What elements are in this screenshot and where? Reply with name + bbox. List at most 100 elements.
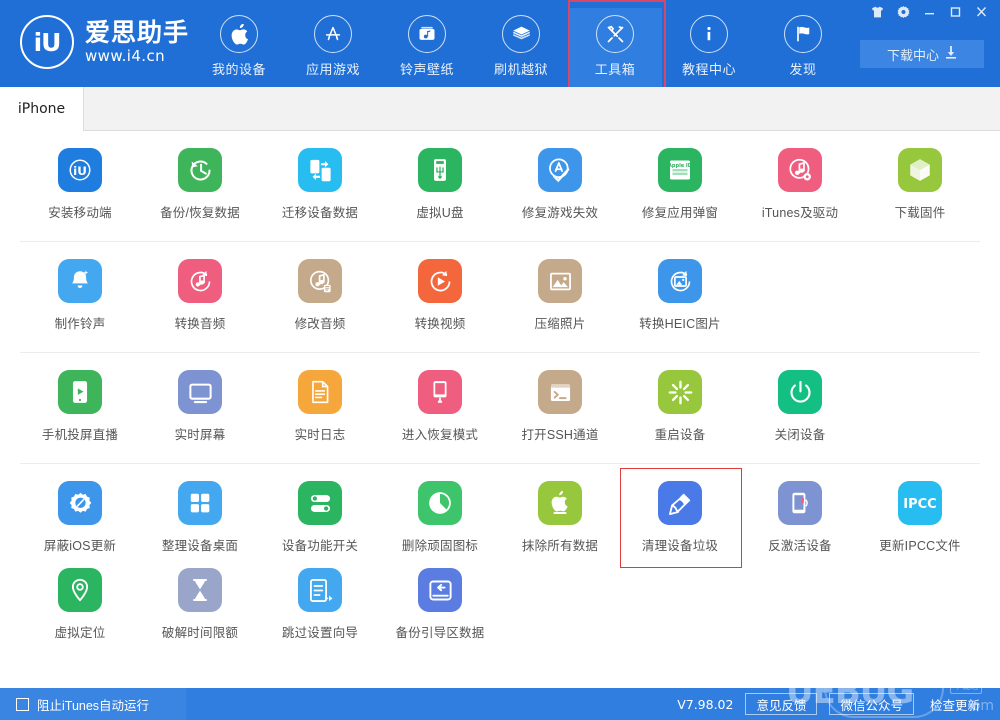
feedback-button[interactable]: 意见反馈	[745, 693, 818, 715]
tool-tile-open-ssh[interactable]: 打开SSH通道	[500, 370, 620, 457]
tool-tile-label: 重启设备	[654, 428, 706, 442]
tool-tile-convert-heic[interactable]: 转换HEIC图片	[620, 259, 740, 346]
tool-tile-feature-toggle[interactable]: 设备功能开关	[260, 481, 380, 568]
nav-item-tutorial-center[interactable]: 教程中心	[662, 8, 756, 87]
tool-tile-screen-cast[interactable]: 手机投屏直播	[20, 370, 140, 457]
apple-id-icon: Apple ID	[658, 148, 702, 192]
nav-item-my-device[interactable]: 我的设备	[192, 8, 286, 87]
tool-tile-label: 迁移设备数据	[281, 206, 359, 220]
tool-tile-make-ringtone[interactable]: 制作铃声	[20, 259, 140, 346]
tool-tile-reboot-device[interactable]: 重启设备	[620, 370, 740, 457]
tool-tile-clean-junk[interactable]: 清理设备垃圾	[620, 468, 742, 568]
tool-tile-backup-boot-data[interactable]: 备份引导区数据	[380, 568, 500, 655]
fix-game-icon	[538, 148, 582, 192]
organize-home-icon	[178, 481, 222, 525]
nav-item-flash-jailbreak[interactable]: 刷机越狱	[474, 8, 568, 87]
tool-tile-backup-restore[interactable]: 备份/恢复数据	[140, 148, 260, 235]
tool-tile-fix-app-popup[interactable]: Apple ID 修复应用弹窗	[620, 148, 740, 235]
tool-tile-label: 破解时间限额	[161, 626, 239, 640]
convert-video-icon	[418, 259, 462, 303]
tool-tile-block-ios-update[interactable]: 屏蔽iOS更新	[20, 481, 140, 568]
tool-tile-time-limit[interactable]: 破解时间限额	[140, 568, 260, 655]
tool-tile-label: 转换视频	[414, 317, 466, 331]
tool-tile-live-log[interactable]: 实时日志	[260, 370, 380, 457]
tool-tile-download-firmware[interactable]: 下载固件	[860, 148, 980, 235]
itunes-icon	[778, 148, 822, 192]
download-center-button[interactable]: 下载中心	[860, 40, 984, 68]
svg-text:iU: iU	[73, 164, 87, 178]
tool-tile-poweroff-device[interactable]: 关闭设备	[740, 370, 860, 457]
tool-tile-compress-photo[interactable]: 压缩照片	[500, 259, 620, 346]
tool-tile-update-ipcc[interactable]: IPCC 更新IPCC文件	[860, 481, 980, 568]
maximize-icon[interactable]	[942, 1, 968, 23]
block-itunes-label: 阻止iTunes自动运行	[37, 698, 150, 713]
tool-tile-skip-setup[interactable]: 跳过设置向导	[260, 568, 380, 655]
screen-cast-icon	[58, 370, 102, 414]
ssh-icon	[538, 370, 582, 414]
tool-tile-fake-location[interactable]: 虚拟定位	[20, 568, 140, 655]
flash-icon	[502, 15, 540, 53]
nav-label: 教程中心	[681, 62, 736, 77]
tool-tile-convert-video[interactable]: 转换视频	[380, 259, 500, 346]
skip-setup-icon	[298, 568, 342, 612]
nav-item-apps-games[interactable]: 应用游戏	[286, 8, 380, 87]
make-ringtone-icon	[58, 259, 102, 303]
skin-icon[interactable]	[864, 1, 890, 23]
nav-label: 我的设备	[211, 62, 266, 77]
tool-tile-label: 清理设备垃圾	[641, 539, 719, 553]
tools-section-4: 屏蔽iOS更新 整理设备桌面 设备功能开关 删除顽固图标 抹除所有数据 清理设备…	[20, 464, 980, 661]
tool-tile-label: 压缩照片	[534, 317, 586, 331]
status-bar-right: V7.98.02 意见反馈 微信公众号 检查更新	[677, 693, 1000, 715]
window-controls	[864, 0, 1000, 24]
tool-tile-fix-game[interactable]: 修复游戏失效	[500, 148, 620, 235]
tool-tile-virtual-udisk[interactable]: 虚拟U盘	[380, 148, 500, 235]
block-itunes-checkbox[interactable]	[16, 697, 29, 711]
tool-tile-label: iTunes及驱动	[761, 206, 839, 220]
tool-tile-delete-stubborn-icon[interactable]: 删除顽固图标	[380, 481, 500, 568]
nav-label: 工具箱	[594, 62, 636, 77]
feature-toggle-icon	[298, 481, 342, 525]
nav-item-discover[interactable]: 发现	[756, 8, 850, 87]
nav-label: 发现	[789, 62, 817, 77]
tools-grid: iU 安装移动端 备份/恢复数据 迁移设备数据 虚拟U盘 修复游戏失效 Appl…	[0, 131, 1000, 688]
wechat-button[interactable]: 微信公众号	[829, 693, 914, 715]
gear-icon[interactable]	[890, 1, 916, 23]
live-screen-icon	[178, 370, 222, 414]
tool-tile-label: 关闭设备	[774, 428, 826, 442]
brand-url: www.i4.cn	[85, 47, 166, 66]
tool-tile-organize-home[interactable]: 整理设备桌面	[140, 481, 260, 568]
nav-item-toolbox[interactable]: 工具箱	[568, 0, 666, 87]
tool-tile-migrate-data[interactable]: 迁移设备数据	[260, 148, 380, 235]
migrate-data-icon	[298, 148, 342, 192]
tool-tile-label: 打开SSH通道	[521, 428, 599, 442]
tool-tile-label: 抹除所有数据	[521, 539, 599, 553]
tool-tile-label: 反激活设备	[768, 539, 832, 553]
tool-tile-convert-audio[interactable]: 转换音频	[140, 259, 260, 346]
compress-photo-icon	[538, 259, 582, 303]
block-itunes-control[interactable]: 阻止iTunes自动运行	[0, 688, 186, 720]
tool-tile-install-mobile[interactable]: iU 安装移动端	[20, 148, 140, 235]
nav-item-ringtone-wallpaper[interactable]: 铃声壁纸	[380, 8, 474, 87]
minimize-icon[interactable]	[916, 1, 942, 23]
time-limit-icon	[178, 568, 222, 612]
check-update-button[interactable]: 检查更新	[926, 693, 984, 715]
ipcc-icon: IPCC	[898, 481, 942, 525]
tool-tile-itunes-driver[interactable]: iTunes及驱动	[740, 148, 860, 235]
tool-tile-label: 虚拟U盘	[416, 206, 464, 220]
block-update-icon	[58, 481, 102, 525]
tool-tile-label: 转换HEIC图片	[639, 317, 721, 331]
tool-tile-edit-audio[interactable]: 修改音频	[260, 259, 380, 346]
close-icon[interactable]	[968, 1, 994, 23]
convert-audio-icon	[178, 259, 222, 303]
tool-tile-recovery-mode[interactable]: 进入恢复模式	[380, 370, 500, 457]
tool-tile-label: 整理设备桌面	[161, 539, 239, 553]
tab-iphone[interactable]: iPhone	[0, 87, 84, 131]
tool-tile-deactivate-device[interactable]: 反激活设备	[740, 481, 860, 568]
tool-tile-live-screen[interactable]: 实时屏幕	[140, 370, 260, 457]
toolbox-icon	[596, 15, 634, 53]
download-icon	[945, 46, 957, 62]
tool-tile-label: 进入恢复模式	[401, 428, 479, 442]
tool-tile-erase-all-data[interactable]: 抹除所有数据	[500, 481, 620, 568]
tool-tile-label: 备份引导区数据	[395, 626, 485, 640]
fake-location-icon	[58, 568, 102, 612]
